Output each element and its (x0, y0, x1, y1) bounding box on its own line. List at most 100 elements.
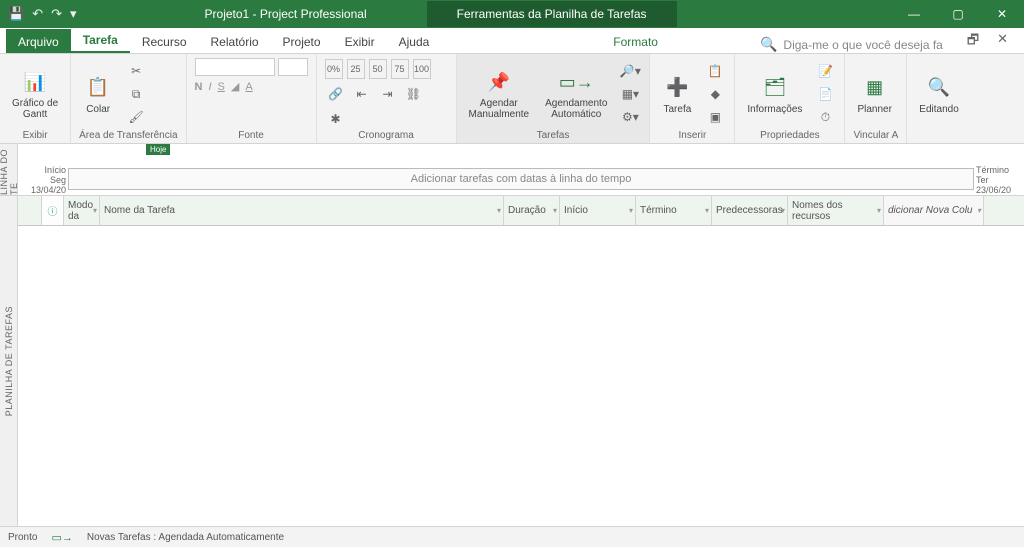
info-icon: ⓘ (48, 203, 58, 218)
pin-icon: 📌 (484, 68, 514, 96)
save-icon[interactable]: 💾 (8, 6, 24, 22)
group-cronograma: 0% 25 50 75 100 🔗 ⇤ ⇥ ⛓ ✱ Cronograma (317, 54, 457, 143)
outdent-button[interactable]: ⇤ (351, 84, 373, 104)
details-button[interactable]: 📄 (814, 84, 836, 104)
grid-header: ⓘ Modo da▾ Nome da Tarefa▾ Duração▾ Iníc… (18, 196, 1024, 226)
planner-icon: ▦ (860, 74, 890, 102)
group-propriedades: 🗂 Informações 📝 📄 ⏱ Propriedades (735, 54, 845, 143)
redo-icon[interactable]: ↷ (51, 6, 62, 22)
pct-25-button[interactable]: 25 (347, 59, 365, 79)
grid-body[interactable] (18, 226, 1024, 526)
gantt-chart-button[interactable]: 📊 Gráfico de Gantt (8, 66, 62, 122)
tab-projeto[interactable]: Projeto (271, 29, 333, 53)
task-plus-icon: ➕ (662, 74, 692, 102)
fontcolor-button[interactable]: A (245, 81, 252, 93)
schedule-auto-button[interactable]: ▭→ Agendamento Automático (541, 66, 611, 122)
col-resources[interactable]: Nomes dos recursos▾ (788, 196, 884, 225)
format-painter-button[interactable]: 🖌 (125, 107, 147, 127)
information-button[interactable]: 🗂 Informações (743, 72, 806, 117)
group-vincular: ▦ Planner Vincular A (845, 54, 907, 143)
indent-button[interactable]: ⇥ (377, 84, 399, 104)
tab-recurso[interactable]: Recurso (130, 29, 199, 53)
col-predecessors[interactable]: Predecessoras▾ (712, 196, 788, 225)
summary-button[interactable]: 📋 (704, 61, 726, 81)
timeline-add-button[interactable]: ⏱ (814, 107, 836, 127)
close-subwindow-icon[interactable]: ✕ (997, 31, 1008, 53)
tell-me-placeholder: Diga-me o que você deseja fa (783, 38, 942, 52)
search-icon: 🔍 (760, 36, 777, 53)
milestone-button[interactable]: ◆ (704, 84, 726, 104)
pct-75-button[interactable]: 75 (391, 59, 409, 79)
pct-0-button[interactable]: 0% (325, 59, 343, 79)
window-controls: — ▢ ✕ (892, 0, 1024, 28)
tab-arquivo[interactable]: Arquivo (6, 29, 71, 53)
auto-icon: ▭→ (561, 68, 591, 96)
gantt-icon: 📊 (20, 68, 50, 96)
editing-button[interactable]: 🔍 Editando (915, 72, 962, 117)
tab-ajuda[interactable]: Ajuda (387, 29, 442, 53)
link-button[interactable]: 🔗 (325, 84, 347, 104)
undo-icon[interactable]: ↶ (32, 6, 43, 22)
context-tab-title: Ferramentas da Planilha de Tarefas (427, 1, 677, 27)
split-button[interactable]: ✱ (325, 109, 347, 129)
find-icon: 🔍 (924, 74, 954, 102)
font-size-select[interactable] (278, 58, 308, 76)
group-clipboard: 📋 Colar ✂ ⧉ 🖌 Área de Transferência (71, 54, 186, 143)
mode-button[interactable]: ⚙▾ (619, 107, 641, 127)
bgcolor-button[interactable]: ◢ (231, 80, 239, 93)
bold-button[interactable]: N (195, 81, 203, 93)
timeline-end-label: TérminoTer 23/06/20 (976, 166, 1022, 196)
timeline-start-label: InícioSeg 13/04/20 (20, 166, 66, 196)
quick-access-toolbar: 💾 ↶ ↷ ▾ (0, 6, 85, 22)
paste-button[interactable]: 📋 Colar (79, 72, 117, 117)
window-title: Projeto1 - Project Professional (205, 7, 367, 21)
col-add-new[interactable]: dicionar Nova Colu▾ (884, 196, 984, 225)
qat-more-icon[interactable]: ▾ (70, 6, 77, 22)
pct-50-button[interactable]: 50 (369, 59, 387, 79)
info-icon: 🗂 (760, 74, 790, 102)
tell-me-search[interactable]: 🔍 Diga-me o que você deseja fa (760, 36, 943, 53)
italic-button[interactable]: I (208, 81, 211, 93)
col-index[interactable] (18, 196, 42, 225)
paste-icon: 📋 (83, 74, 113, 102)
copy-button[interactable]: ⧉ (125, 84, 147, 104)
group-tarefas: 📌 Agendar Manualmente ▭→ Agendamento Aut… (457, 54, 651, 143)
auto-mode-icon: ▭→ (51, 531, 72, 544)
unlink-button[interactable]: ⛓ (403, 84, 425, 104)
tab-relatorio[interactable]: Relatório (199, 29, 271, 53)
col-start[interactable]: Início▾ (560, 196, 636, 225)
schedule-manual-button[interactable]: 📌 Agendar Manualmente (465, 66, 534, 122)
underline-button[interactable]: S (218, 81, 225, 93)
notes-button[interactable]: 📝 (814, 61, 836, 81)
close-button[interactable]: ✕ (980, 0, 1024, 28)
col-finish[interactable]: Término▾ (636, 196, 712, 225)
insert-task-button[interactable]: ➕ Tarefa (658, 72, 696, 117)
timeline-vtab[interactable]: LINHA DO TE (0, 144, 18, 195)
col-mode[interactable]: Modo da▾ (64, 196, 100, 225)
move-button[interactable]: ▦▾ (619, 84, 641, 104)
tab-tarefa[interactable]: Tarefa (71, 27, 130, 53)
deliverable-button[interactable]: ▣ (704, 107, 726, 127)
pct-100-button[interactable]: 100 (413, 59, 431, 79)
group-editar: 🔍 Editando (907, 54, 970, 143)
timeline-bar[interactable]: Adicionar tarefas com datas à linha do t… (68, 168, 974, 190)
tab-formato[interactable]: Formato (601, 29, 670, 53)
timeline-scale: Hoje (18, 144, 1024, 162)
group-exibir: 📊 Gráfico de Gantt Exibir (0, 54, 71, 143)
tab-exibir[interactable]: Exibir (333, 29, 387, 53)
sheet-vtab[interactable]: PLANILHA DE TAREFAS (0, 196, 18, 526)
col-duration[interactable]: Duração▾ (504, 196, 560, 225)
restore-ribbon-icon[interactable]: 🗗 (967, 31, 979, 53)
minimize-button[interactable]: — (892, 0, 936, 28)
font-name-select[interactable] (195, 58, 275, 76)
planner-button[interactable]: ▦ Planner (853, 72, 895, 117)
cut-button[interactable]: ✂ (125, 61, 147, 81)
col-indicators[interactable]: ⓘ (42, 196, 64, 225)
title-bar: 💾 ↶ ↷ ▾ Projeto1 - Project Professional … (0, 0, 1024, 28)
col-name[interactable]: Nome da Tarefa▾ (100, 196, 504, 225)
inspect-button[interactable]: 🔎▾ (619, 61, 641, 81)
status-new-tasks: Novas Tarefas : Agendada Automaticamente (87, 532, 284, 543)
ribbon-tabs: Arquivo Tarefa Recurso Relatório Projeto… (0, 28, 1024, 54)
status-ready: Pronto (8, 532, 37, 543)
maximize-button[interactable]: ▢ (936, 0, 980, 28)
